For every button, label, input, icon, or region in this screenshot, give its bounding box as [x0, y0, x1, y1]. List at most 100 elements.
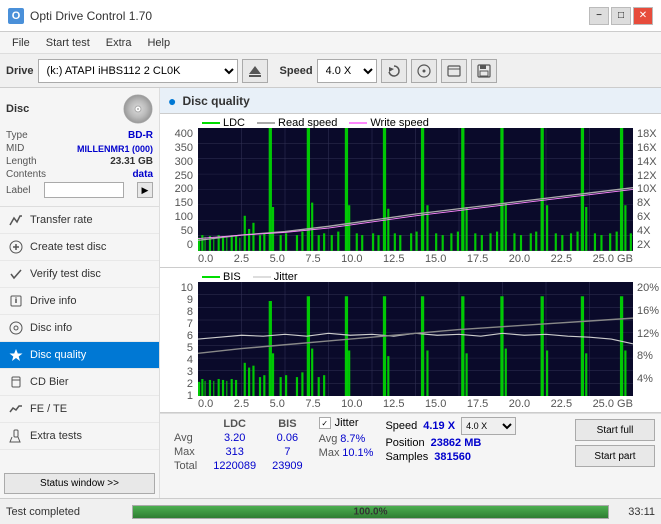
- status-text: Test completed: [6, 506, 126, 518]
- nav-create-test-disc[interactable]: Create test disc: [0, 234, 159, 261]
- avg-label: Avg: [166, 431, 205, 445]
- nav-verify-test-disc[interactable]: Verify test disc: [0, 261, 159, 288]
- top-chart-legend: LDC Read speed Write speed: [202, 117, 429, 129]
- bis-total: 23909: [264, 459, 311, 473]
- nav-transfer-rate[interactable]: Transfer rate: [0, 207, 159, 234]
- speed-stat-label: Speed: [385, 420, 417, 432]
- max-label: Max: [166, 445, 205, 459]
- label-input[interactable]: [44, 182, 124, 198]
- speed-stat-select[interactable]: 4.0 X: [461, 417, 516, 435]
- start-full-button[interactable]: Start full: [575, 419, 655, 441]
- action-buttons: Start full Start part: [575, 419, 655, 467]
- type-label: Type: [6, 130, 28, 141]
- speed-position-section: Speed 4.19 X 4.0 X Position 23862 MB Sam…: [385, 417, 516, 463]
- length-value: 23.31 GB: [110, 156, 153, 167]
- top-chart-svg: [198, 128, 633, 251]
- settings-button[interactable]: [441, 59, 467, 83]
- disc-quality-icon: [8, 347, 24, 363]
- mid-value: MILLENMR1 (000): [77, 144, 153, 154]
- jitter-max-row: Max 10.1%: [319, 447, 374, 459]
- disc-icon-button[interactable]: [411, 59, 437, 83]
- nav-drive-info[interactable]: Drive info: [0, 288, 159, 315]
- charts-area: LDC Read speed Write speed 4003503002502…: [160, 114, 661, 413]
- close-button[interactable]: ✕: [633, 7, 653, 25]
- nav-fe-te[interactable]: FE / TE: [0, 396, 159, 423]
- app-icon: O: [8, 8, 24, 24]
- bis-max: 7: [264, 445, 311, 459]
- jitter-avg-value: 8.7%: [340, 433, 365, 445]
- jitter-label: Jitter: [335, 417, 359, 429]
- stats-bar: LDC BIS Avg 3.20 0.06 Max 313 7 Total: [160, 413, 661, 498]
- content-icon: ●: [168, 93, 176, 109]
- top-chart: LDC Read speed Write speed 4003503002502…: [160, 114, 661, 268]
- label-label: Label: [6, 185, 30, 196]
- verify-test-disc-icon: [8, 266, 24, 282]
- eject-button[interactable]: [242, 59, 268, 83]
- transfer-rate-icon: [8, 212, 24, 228]
- jitter-max-value: 10.1%: [342, 447, 373, 459]
- disc-info-icon: [8, 320, 24, 336]
- title-bar: O Opti Drive Control 1.70 − □ ✕: [0, 0, 661, 32]
- menu-start-test[interactable]: Start test: [38, 35, 98, 51]
- save-button[interactable]: [471, 59, 497, 83]
- nav-disc-info[interactable]: Disc info: [0, 315, 159, 342]
- main-area: Disc Type BD-R MID MILLENMR1 (000) Lengt…: [0, 88, 661, 498]
- label-button[interactable]: ▶: [137, 182, 153, 198]
- sidebar-nav: Transfer rate Create test disc Verify te…: [0, 207, 159, 450]
- refresh-button[interactable]: [381, 59, 407, 83]
- menu-extra[interactable]: Extra: [98, 35, 140, 51]
- drive-label: Drive: [6, 65, 34, 77]
- menu-file[interactable]: File: [4, 35, 38, 51]
- bottom-x-axis: 0.02.55.07.510.012.515.017.520.022.525.0…: [198, 398, 633, 410]
- content-title: Disc quality: [182, 94, 249, 108]
- top-y-right: 18X16X14X12X10X8X6X4X2X: [635, 128, 661, 251]
- progress-bar: 100.0%: [132, 505, 609, 519]
- top-y-left: 400350300250200150100500: [160, 128, 196, 251]
- bis-col-header: BIS: [264, 417, 311, 431]
- status-bar: Test completed 100.0% 33:11: [0, 498, 661, 524]
- position-row: Position 23862 MB: [385, 437, 516, 449]
- content-area: ● Disc quality LDC Read speed Write spee…: [160, 88, 661, 498]
- sidebar: Disc Type BD-R MID MILLENMR1 (000) Lengt…: [0, 88, 160, 498]
- position-label: Position: [385, 437, 424, 449]
- samples-value: 381560: [434, 451, 471, 463]
- bis-avg: 0.06: [264, 431, 311, 445]
- bottom-chart-svg: [198, 282, 633, 396]
- fe-te-icon: [8, 401, 24, 417]
- ldc-avg: 3.20: [205, 431, 264, 445]
- jitter-checkbox[interactable]: ✓: [319, 417, 331, 429]
- menu-bar: File Start test Extra Help: [0, 32, 661, 54]
- samples-label: Samples: [385, 451, 428, 463]
- menu-help[interactable]: Help: [139, 35, 178, 51]
- type-value: BD-R: [128, 130, 153, 141]
- maximize-button[interactable]: □: [611, 7, 631, 25]
- disc-panel-title: Disc: [6, 103, 29, 115]
- nav-cd-bier[interactable]: CD Bier: [0, 369, 159, 396]
- ldc-bis-table: LDC BIS Avg 3.20 0.06 Max 313 7 Total: [166, 417, 311, 473]
- ldc-col-header: LDC: [205, 417, 264, 431]
- status-window-button[interactable]: Status window >>: [4, 473, 155, 494]
- speed-select[interactable]: 4.0 X: [317, 59, 377, 83]
- bottom-chart: BIS Jitter 10987654321 20%16%12%8%4%: [160, 268, 661, 413]
- speed-label: Speed: [280, 65, 313, 77]
- speed-stat-value: 4.19 X: [423, 420, 455, 432]
- nav-extra-tests[interactable]: Extra tests: [0, 423, 159, 450]
- start-part-button[interactable]: Start part: [575, 445, 655, 467]
- position-value: 23862 MB: [431, 437, 482, 449]
- jitter-checkbox-row[interactable]: ✓ Jitter: [319, 417, 374, 429]
- disc-graphic: [123, 94, 153, 124]
- samples-row: Samples 381560: [385, 451, 516, 463]
- drive-select[interactable]: (k:) ATAPI iHBS112 2 CL0K: [38, 59, 238, 83]
- jitter-avg-row: Avg 8.7%: [319, 433, 374, 445]
- length-label: Length: [6, 156, 37, 167]
- nav-disc-quality[interactable]: Disc quality: [0, 342, 159, 369]
- minimize-button[interactable]: −: [589, 7, 609, 25]
- window-controls: − □ ✕: [589, 7, 653, 25]
- cd-bier-icon: [8, 374, 24, 390]
- drive-info-icon: [8, 293, 24, 309]
- content-header: ● Disc quality: [160, 88, 661, 114]
- progress-text: 100.0%: [354, 506, 388, 517]
- disc-info-panel: Disc Type BD-R MID MILLENMR1 (000) Lengt…: [0, 88, 159, 207]
- bottom-y-right: 20%16%12%8%4%: [635, 282, 661, 396]
- speed-row: Speed 4.19 X 4.0 X: [385, 417, 516, 435]
